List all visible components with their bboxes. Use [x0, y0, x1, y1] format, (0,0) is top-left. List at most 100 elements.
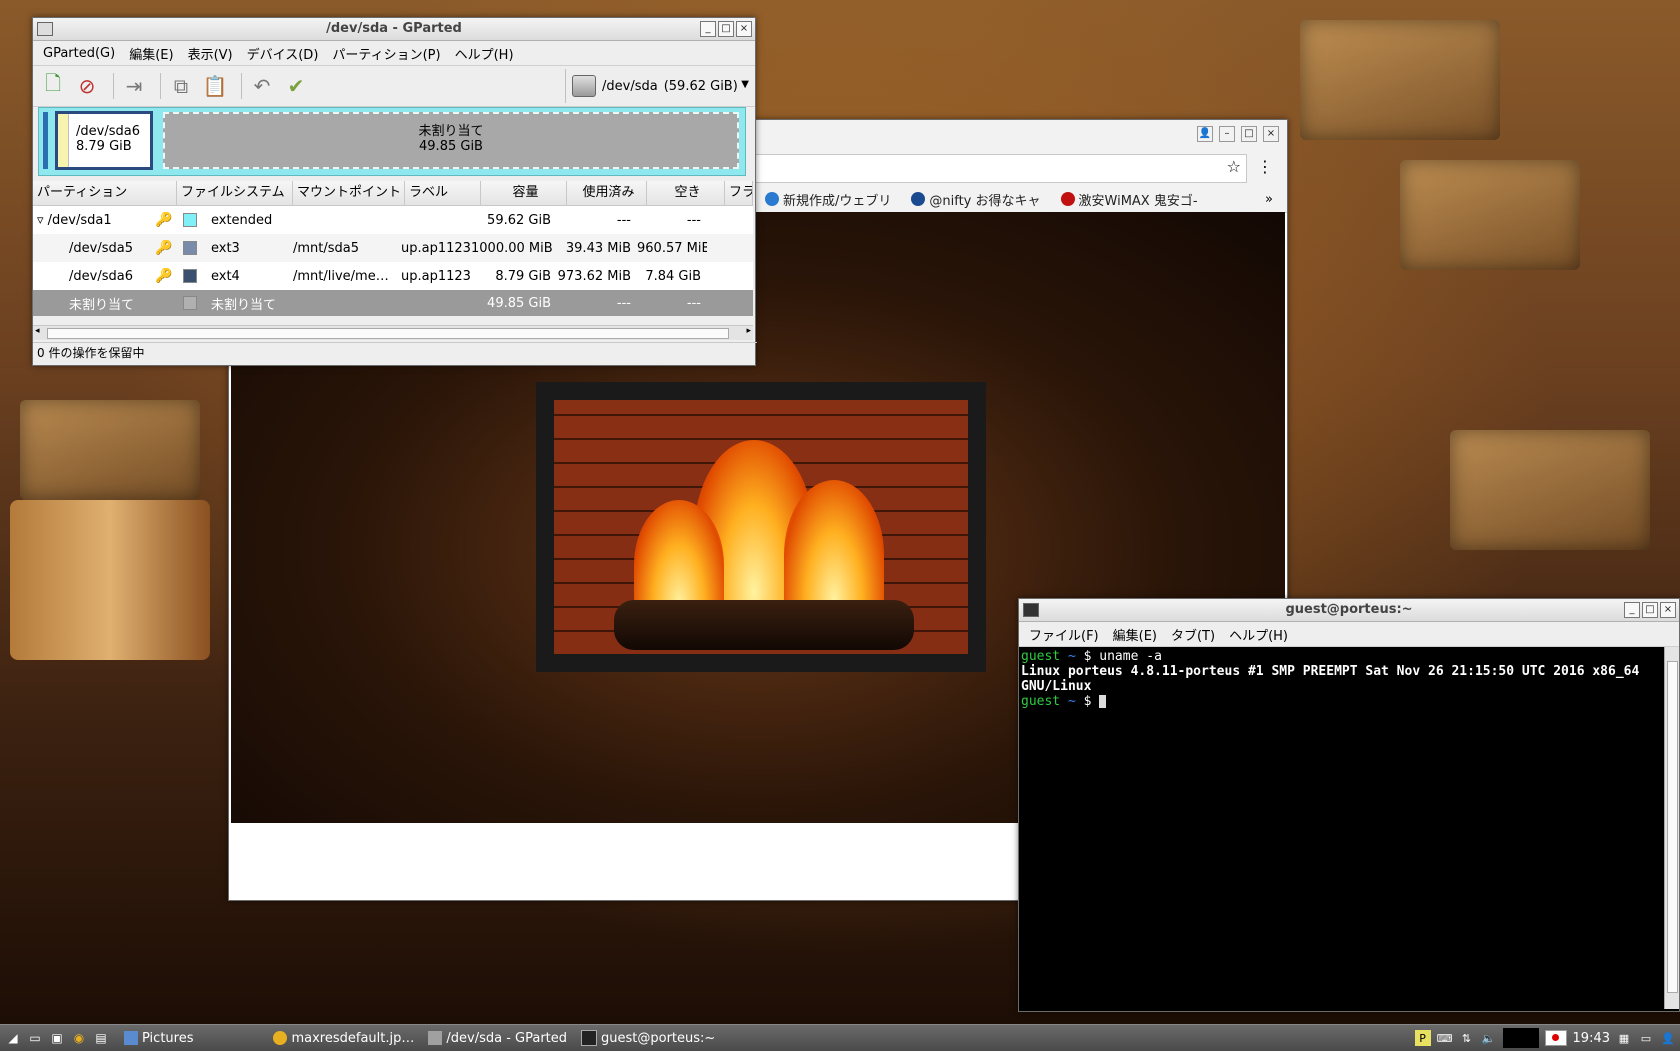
fs-color-swatch: [183, 213, 197, 227]
column-mountpoint[interactable]: マウントポイント: [293, 181, 405, 205]
porteus-icon[interactable]: P: [1414, 1030, 1431, 1046]
profile-icon[interactable]: 👤: [1197, 126, 1213, 142]
menu-gparted[interactable]: GParted(G): [43, 46, 115, 61]
row-mountpoint: /mnt/sda5: [293, 240, 360, 256]
row-partition: /dev/sda1: [47, 212, 112, 228]
menu-tab[interactable]: タブ(T): [1171, 625, 1215, 644]
volume-icon[interactable]: 🔈: [1481, 1030, 1497, 1046]
menu-help[interactable]: ヘルプ(H): [455, 44, 514, 63]
apply-icon[interactable]: ✔: [282, 72, 310, 100]
close-button[interactable]: ×: [736, 21, 752, 37]
device-selector[interactable]: /dev/sda (59.62 GiB) ▼: [565, 69, 755, 103]
minimize-button[interactable]: _: [700, 21, 716, 37]
row-filesystem: 未割り当て: [211, 297, 277, 313]
network-icon[interactable]: ⇅: [1459, 1030, 1475, 1046]
gparted-titlebar[interactable]: /dev/sda - GParted _ □ ×: [33, 18, 755, 41]
maximize-button[interactable]: □: [718, 21, 734, 37]
graph-partition-size: 8.79 GiB: [76, 139, 132, 154]
delete-partition-icon[interactable]: ⊘: [73, 72, 101, 100]
user-icon[interactable]: 👤: [1660, 1030, 1676, 1046]
menu-partition[interactable]: パーティション(P): [332, 44, 440, 63]
menu-help[interactable]: ヘルプ(H): [1229, 625, 1288, 644]
file-manager-launcher-icon[interactable]: ▭: [26, 1029, 44, 1047]
paste-icon[interactable]: 📋: [201, 72, 229, 100]
bookmarks-overflow-button[interactable]: »: [1265, 192, 1273, 207]
column-used[interactable]: 使用済み: [567, 181, 647, 205]
row-filesystem: ext3: [211, 240, 240, 256]
table-row[interactable]: /dev/sda5 🔑 ext3 /mnt/sda5 up.ap1123 100…: [33, 234, 753, 262]
key-icon: 🔑: [155, 268, 173, 284]
undo-icon[interactable]: ↶: [248, 72, 276, 100]
scroll-left-icon[interactable]: ◂: [35, 326, 40, 336]
dropdown-arrow-icon: ▼: [741, 79, 749, 90]
expander-icon[interactable]: ▿: [37, 213, 44, 228]
key-icon: 🔑: [155, 240, 173, 256]
desktop-switch-icon[interactable]: ▭: [1638, 1030, 1654, 1046]
keyboard-icon[interactable]: ⌨: [1437, 1030, 1453, 1046]
terminal-output[interactable]: guest ~ $ uname -a Linux porteus 4.8.11-…: [1019, 647, 1663, 1009]
clock[interactable]: 19:43: [1573, 1031, 1610, 1046]
menu-view[interactable]: 表示(V): [188, 44, 233, 63]
row-partition: /dev/sda5: [69, 240, 133, 256]
wallpaper-stone: [1400, 160, 1580, 270]
resize-move-icon[interactable]: ⇥: [120, 72, 148, 100]
workspace-switcher-icon[interactable]: ▦: [1616, 1030, 1632, 1046]
terminal-titlebar[interactable]: guest@porteus:~ _ □ ×: [1019, 599, 1679, 622]
fs-color-swatch: [183, 269, 197, 283]
bookmark-item[interactable]: 激安WiMAX 鬼安ゴ-: [1060, 190, 1198, 209]
taskbar-task[interactable]: /dev/sda - GParted: [428, 1031, 567, 1046]
taskbar-task[interactable]: maxresdefault.jp…: [273, 1031, 414, 1046]
minimize-button[interactable]: –: [1219, 126, 1235, 142]
menu-kebab-icon[interactable]: ⋮: [1257, 157, 1273, 176]
menu-edit[interactable]: 編集(E): [1113, 625, 1157, 644]
column-size[interactable]: 容量: [481, 181, 567, 205]
bookmark-star-icon[interactable]: ☆: [1227, 157, 1241, 176]
device-size: (59.62 GiB): [663, 78, 738, 94]
row-size: 59.62 GiB: [487, 212, 551, 228]
chrome-launcher-icon[interactable]: ◉: [70, 1029, 88, 1047]
table-row[interactable]: ▿ /dev/sda1 🔑 extended 59.62 GiB --- ---: [33, 206, 753, 234]
bookmark-item[interactable]: @nifty お得なキャ: [911, 190, 1041, 209]
copy-icon[interactable]: ⧉: [167, 72, 195, 100]
column-filesystem[interactable]: ファイルシステム: [177, 181, 293, 205]
terminal-line: Linux porteus 4.8.11-porteus #1 SMP PREE…: [1021, 664, 1640, 679]
table-row[interactable]: /dev/sda6 🔑 ext4 /mnt/live/me… up.ap1123…: [33, 262, 753, 290]
horizontal-scrollbar[interactable]: ◂ ▸: [33, 325, 753, 340]
taskbar: ◢ ▭ ▣ ◉ ▤ Pictures maxresdefault.jp… /de…: [0, 1024, 1680, 1051]
row-free: 960.57 MiB: [637, 240, 707, 256]
graph-unallocated[interactable]: 未割り当て 49.85 GiB: [163, 112, 739, 169]
new-partition-icon[interactable]: 🗋: [39, 71, 67, 100]
start-menu-icon[interactable]: ◢: [4, 1029, 22, 1047]
window-title: /dev/sda - GParted: [326, 21, 462, 36]
device-name: /dev/sda: [602, 78, 658, 94]
column-free[interactable]: 空き: [647, 181, 725, 205]
minimize-button[interactable]: _: [1624, 602, 1640, 618]
menu-file[interactable]: ファイル(F): [1029, 625, 1099, 644]
show-desktop-icon[interactable]: ▤: [92, 1029, 110, 1047]
menu-edit[interactable]: 編集(E): [129, 44, 173, 63]
taskbar-task[interactable]: Pictures: [124, 1031, 193, 1046]
terminal-launcher-icon[interactable]: ▣: [48, 1029, 66, 1047]
scroll-right-icon[interactable]: ▸: [746, 326, 751, 336]
bookmark-item[interactable]: 新規作成/ウェブリ: [765, 190, 891, 209]
maximize-button[interactable]: □: [1642, 602, 1658, 618]
taskbar-task[interactable]: guest@porteus:~: [581, 1030, 715, 1046]
row-size: 49.85 GiB: [487, 295, 551, 311]
japan-flag-icon[interactable]: [1544, 1030, 1567, 1046]
column-flags[interactable]: フラ: [725, 181, 753, 205]
graph-partition-sda6[interactable]: /dev/sda6 8.79 GiB: [55, 111, 153, 170]
vertical-scrollbar[interactable]: [1664, 647, 1679, 1009]
wallpaper-stone: [1300, 20, 1500, 140]
table-row-selected[interactable]: 未割り当て 未割り当て 49.85 GiB --- ---: [33, 290, 753, 316]
maximize-button[interactable]: □: [1241, 126, 1257, 142]
wallpaper-stone: [20, 400, 200, 500]
task-label: Pictures: [142, 1030, 194, 1046]
column-partition[interactable]: パーティション: [33, 181, 177, 205]
close-button[interactable]: ×: [1660, 602, 1676, 618]
column-label[interactable]: ラベル: [405, 181, 481, 205]
row-used: 973.62 MiB: [557, 268, 631, 284]
close-button[interactable]: ×: [1263, 126, 1279, 142]
bookmark-label: @nifty お得なキャ: [929, 193, 1041, 209]
menu-device[interactable]: デバイス(D): [247, 44, 319, 63]
extended-partition-bar[interactable]: [43, 112, 48, 169]
